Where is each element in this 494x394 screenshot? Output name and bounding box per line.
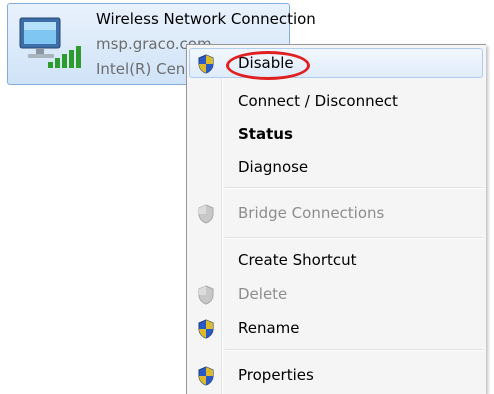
adapter-name: Wireless Network Connection — [96, 10, 316, 28]
shield-icon — [198, 319, 214, 339]
context-menu: Disable Connect / Disconnect Status Diag… — [186, 44, 486, 394]
wireless-network-icon — [19, 17, 81, 68]
menu-separator — [225, 187, 483, 189]
shield-icon — [198, 285, 214, 305]
menu-item-diagnose[interactable]: Diagnose — [189, 152, 483, 182]
adapter-device: Intel(R) Cen — [96, 60, 186, 78]
menu-separator — [225, 349, 483, 351]
menu-item-properties[interactable]: Properties — [189, 360, 483, 390]
menu-item-delete: Delete — [189, 279, 483, 309]
menu-item-label: Connect / Disconnect — [238, 92, 398, 110]
shield-icon — [198, 54, 214, 74]
menu-item-label: Rename — [238, 319, 300, 337]
menu-item-label: Diagnose — [238, 158, 309, 176]
menu-item-bridge-connections: Bridge Connections — [189, 198, 483, 228]
menu-item-label: Bridge Connections — [238, 204, 385, 222]
red-highlight-circle — [226, 51, 310, 80]
menu-separator — [225, 237, 483, 239]
shield-icon — [198, 366, 214, 386]
menu-item-label: Delete — [238, 285, 288, 303]
menu-item-connect-disconnect[interactable]: Connect / Disconnect — [189, 86, 483, 116]
menu-item-status[interactable]: Status — [189, 119, 483, 149]
menu-item-rename[interactable]: Rename — [189, 313, 483, 343]
menu-item-label: Create Shortcut — [238, 251, 357, 269]
menu-item-label: Status — [238, 125, 293, 143]
menu-item-label: Properties — [238, 366, 314, 384]
menu-item-create-shortcut[interactable]: Create Shortcut — [189, 245, 483, 275]
shield-icon — [198, 204, 214, 224]
